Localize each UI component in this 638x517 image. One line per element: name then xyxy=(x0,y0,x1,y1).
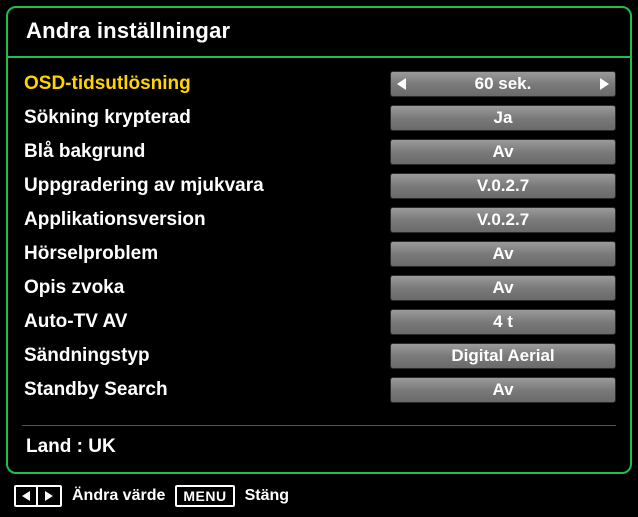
settings-row[interactable]: Sökning krypterad Ja xyxy=(22,102,616,134)
setting-value-text: Ja xyxy=(494,108,513,128)
settings-row[interactable]: Standby Search Av xyxy=(22,374,616,406)
page-title: Andra inställningar xyxy=(26,18,612,44)
setting-value-text: Av xyxy=(492,380,513,400)
setting-value[interactable]: Av xyxy=(390,139,616,165)
settings-row[interactable]: OSD-tidsutlösning 60 sek. xyxy=(22,68,616,100)
settings-row[interactable]: Applikationsversion V.0.2.7 xyxy=(22,204,616,236)
setting-label: Applikationsversion xyxy=(22,209,390,231)
setting-value-text: Digital Aerial xyxy=(451,346,554,366)
setting-value[interactable]: 4 t xyxy=(390,309,616,335)
setting-value-text: Av xyxy=(492,142,513,162)
setting-value[interactable]: Av xyxy=(390,275,616,301)
setting-label: Auto-TV AV xyxy=(22,311,390,333)
left-right-key-icon xyxy=(14,485,62,507)
setting-value-text: Av xyxy=(492,244,513,264)
setting-value-text: V.0.2.7 xyxy=(477,210,529,230)
setting-label: Uppgradering av mjukvara xyxy=(22,175,390,197)
hint-close: Stäng xyxy=(245,487,289,505)
setting-label: Blå bakgrund xyxy=(22,141,390,163)
settings-row[interactable]: Blå bakgrund Av xyxy=(22,136,616,168)
setting-value[interactable]: V.0.2.7 xyxy=(390,173,616,199)
setting-value[interactable]: Digital Aerial xyxy=(390,343,616,369)
title-bar: Andra inställningar xyxy=(8,8,630,58)
settings-row[interactable]: Auto-TV AV 4 t xyxy=(22,306,616,338)
arrow-right-icon[interactable] xyxy=(600,78,609,90)
country-label: Land : UK xyxy=(26,436,116,458)
settings-list: OSD-tidsutlösning 60 sek. Sökning kryptera… xyxy=(8,58,630,406)
setting-label: Sökning krypterad xyxy=(22,107,390,129)
settings-row[interactable]: Hörselproblem Av xyxy=(22,238,616,270)
setting-value[interactable]: 60 sek. xyxy=(390,71,616,97)
hint-change-value: Ändra värde xyxy=(72,487,165,505)
settings-row[interactable]: Sändningstyp Digital Aerial xyxy=(22,340,616,372)
setting-value-text: 4 t xyxy=(493,312,513,332)
arrow-left-icon[interactable] xyxy=(397,78,406,90)
menu-key-icon: MENU xyxy=(175,485,234,507)
settings-row[interactable]: Opis zvoka Av xyxy=(22,272,616,304)
setting-value-text: Av xyxy=(492,278,513,298)
setting-label: Sändningstyp xyxy=(22,345,390,367)
setting-value[interactable]: Ja xyxy=(390,105,616,131)
setting-value-text: V.0.2.7 xyxy=(477,176,529,196)
arrow-left-icon xyxy=(22,491,30,501)
setting-value[interactable]: V.0.2.7 xyxy=(390,207,616,233)
arrow-right-icon xyxy=(45,491,53,501)
setting-label: Standby Search xyxy=(22,379,390,401)
setting-value[interactable]: Av xyxy=(390,377,616,403)
setting-value[interactable]: Av xyxy=(390,241,616,267)
setting-label: Opis zvoka xyxy=(22,277,390,299)
setting-label: Hörselproblem xyxy=(22,243,390,265)
footer-hints: Ändra värde MENU Stäng xyxy=(14,485,289,507)
setting-value-text: 60 sek. xyxy=(475,74,532,94)
setting-label: OSD-tidsutlösning xyxy=(22,73,390,95)
divider xyxy=(22,425,616,426)
settings-row[interactable]: Uppgradering av mjukvara V.0.2.7 xyxy=(22,170,616,202)
settings-panel: Andra inställningar OSD-tidsutlösning 60 … xyxy=(6,6,632,474)
screen: Andra inställningar OSD-tidsutlösning 60 … xyxy=(0,0,638,517)
